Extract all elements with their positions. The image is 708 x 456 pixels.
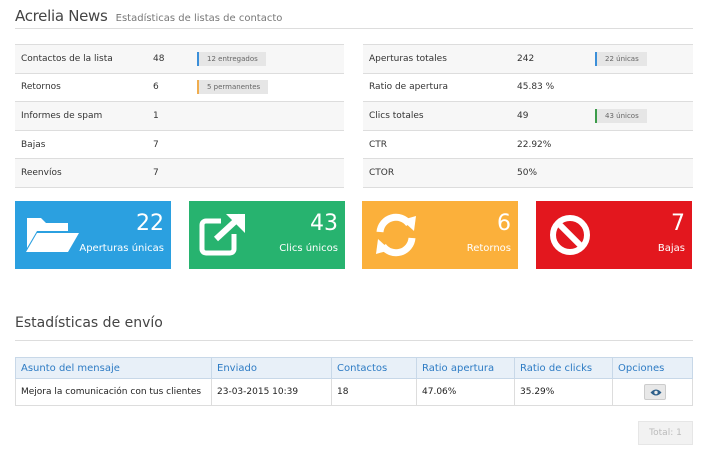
stat-badge-cell bbox=[589, 158, 693, 188]
stat-badge-cell bbox=[191, 129, 344, 159]
open-rate-cell: 47.06% bbox=[416, 378, 515, 406]
click-rate-cell: 35.29% bbox=[514, 378, 613, 406]
eye-icon bbox=[650, 389, 662, 396]
stat-badge-cell: 22 únicas bbox=[589, 44, 693, 74]
external-link-icon bbox=[199, 213, 245, 256]
stat-label: Bajas bbox=[15, 129, 147, 159]
tile-label: Clics únicos bbox=[279, 243, 338, 254]
stat-label: CTOR bbox=[363, 158, 511, 188]
stat-label: Informes de spam bbox=[15, 101, 147, 131]
col-header[interactable]: Asunto del mensaje bbox=[15, 357, 212, 379]
stat-row: Informes de spam 1 bbox=[15, 101, 344, 131]
stat-label: CTR bbox=[363, 129, 511, 159]
tile-number: 6 bbox=[497, 211, 511, 236]
open-stats-table: Aperturas totales 242 22 únicas Ratio de… bbox=[363, 44, 693, 188]
stat-value: 7 bbox=[147, 129, 191, 159]
bounces-tile[interactable]: 6 Retornos bbox=[362, 201, 518, 269]
stat-value: 242 bbox=[511, 44, 589, 74]
contact-stats-table: Contactos de la lista 48 12 entregados R… bbox=[15, 44, 344, 188]
table-header-row: Asunto del mensaje Enviado Contactos Rat… bbox=[15, 357, 693, 379]
tile-number: 22 bbox=[136, 211, 164, 236]
app-title: Acrelia News bbox=[15, 7, 108, 25]
stat-badge-cell: 12 entregados bbox=[191, 44, 344, 74]
stat-value: 45.83 % bbox=[511, 72, 589, 102]
section-title: Estadísticas de envío bbox=[15, 315, 693, 341]
stat-label: Aperturas totales bbox=[363, 44, 511, 74]
stat-row: Ratio de apertura 45.83 % bbox=[363, 72, 693, 102]
stat-badge-cell: 43 únicos bbox=[589, 101, 693, 131]
tile-number: 7 bbox=[671, 211, 685, 236]
unique-opens-tile[interactable]: 22 Aperturas únicas bbox=[15, 201, 171, 269]
stat-label: Clics totales bbox=[363, 101, 511, 131]
stat-row: Contactos de la lista 48 12 entregados bbox=[15, 44, 344, 74]
stat-badge: 22 únicas bbox=[595, 51, 647, 66]
options-cell bbox=[612, 378, 693, 406]
tile-label: Aperturas únicas bbox=[79, 243, 164, 254]
stat-value: 1 bbox=[147, 101, 191, 131]
stat-label: Reenvíos bbox=[15, 158, 147, 188]
stat-badge-cell bbox=[589, 72, 693, 102]
sent-date-cell: 23-03-2015 10:39 bbox=[211, 378, 332, 406]
stat-value: 48 bbox=[147, 44, 191, 74]
stat-row: Aperturas totales 242 22 únicas bbox=[363, 44, 693, 74]
stat-badge: 43 únicos bbox=[595, 108, 647, 123]
stat-row: Retornos 6 5 permanentes bbox=[15, 72, 344, 102]
tile-label: Retornos bbox=[466, 243, 511, 254]
refresh-icon bbox=[376, 213, 416, 257]
stat-row: CTOR 50% bbox=[363, 158, 693, 188]
col-header: Opciones bbox=[612, 357, 693, 379]
stat-value: 50% bbox=[511, 158, 589, 188]
col-header[interactable]: Ratio apertura bbox=[416, 357, 515, 379]
stat-row: Bajas 7 bbox=[15, 129, 344, 159]
stat-label: Ratio de apertura bbox=[363, 72, 511, 102]
unsubscribes-tile[interactable]: 7 Bajas bbox=[536, 201, 692, 269]
ban-icon bbox=[550, 215, 590, 255]
table-row: Mejora la comunicación con tus clientes … bbox=[15, 378, 693, 406]
col-header[interactable]: Contactos bbox=[331, 357, 417, 379]
stat-row: CTR 22.92% bbox=[363, 129, 693, 159]
stat-badge-cell bbox=[191, 158, 344, 188]
folder-open-icon bbox=[26, 218, 79, 252]
stat-badge-cell bbox=[191, 101, 344, 131]
col-header[interactable]: Enviado bbox=[211, 357, 332, 379]
stat-value: 49 bbox=[511, 101, 589, 131]
stat-label: Retornos bbox=[15, 72, 147, 102]
sends-table: Asunto del mensaje Enviado Contactos Rat… bbox=[15, 357, 693, 406]
stat-badge-cell: 5 permanentes bbox=[191, 72, 344, 102]
stat-value: 22.92% bbox=[511, 129, 589, 159]
view-button[interactable] bbox=[644, 384, 666, 400]
page-subtitle: Estadísticas de listas de contacto bbox=[115, 13, 283, 24]
stat-row: Reenvíos 7 bbox=[15, 158, 344, 188]
stat-row: Clics totales 49 43 únicos bbox=[363, 101, 693, 131]
subject-cell: Mejora la comunicación con tus clientes bbox=[15, 378, 212, 406]
stat-badge: 12 entregados bbox=[197, 51, 266, 66]
stat-value: 7 bbox=[147, 158, 191, 188]
stat-label: Contactos de la lista bbox=[15, 44, 147, 74]
page-header: Acrelia News Estadísticas de listas de c… bbox=[15, 6, 693, 29]
tile-number: 43 bbox=[310, 211, 338, 236]
stat-badge-cell bbox=[589, 129, 693, 159]
total-count: Total: 1 bbox=[638, 421, 693, 445]
contacts-cell: 18 bbox=[331, 378, 417, 406]
stat-value: 6 bbox=[147, 72, 191, 102]
col-header[interactable]: Ratio de clicks bbox=[514, 357, 613, 379]
stat-badge: 5 permanentes bbox=[197, 80, 269, 95]
tile-label: Bajas bbox=[657, 243, 685, 254]
unique-clicks-tile[interactable]: 43 Clics únicos bbox=[189, 201, 345, 269]
